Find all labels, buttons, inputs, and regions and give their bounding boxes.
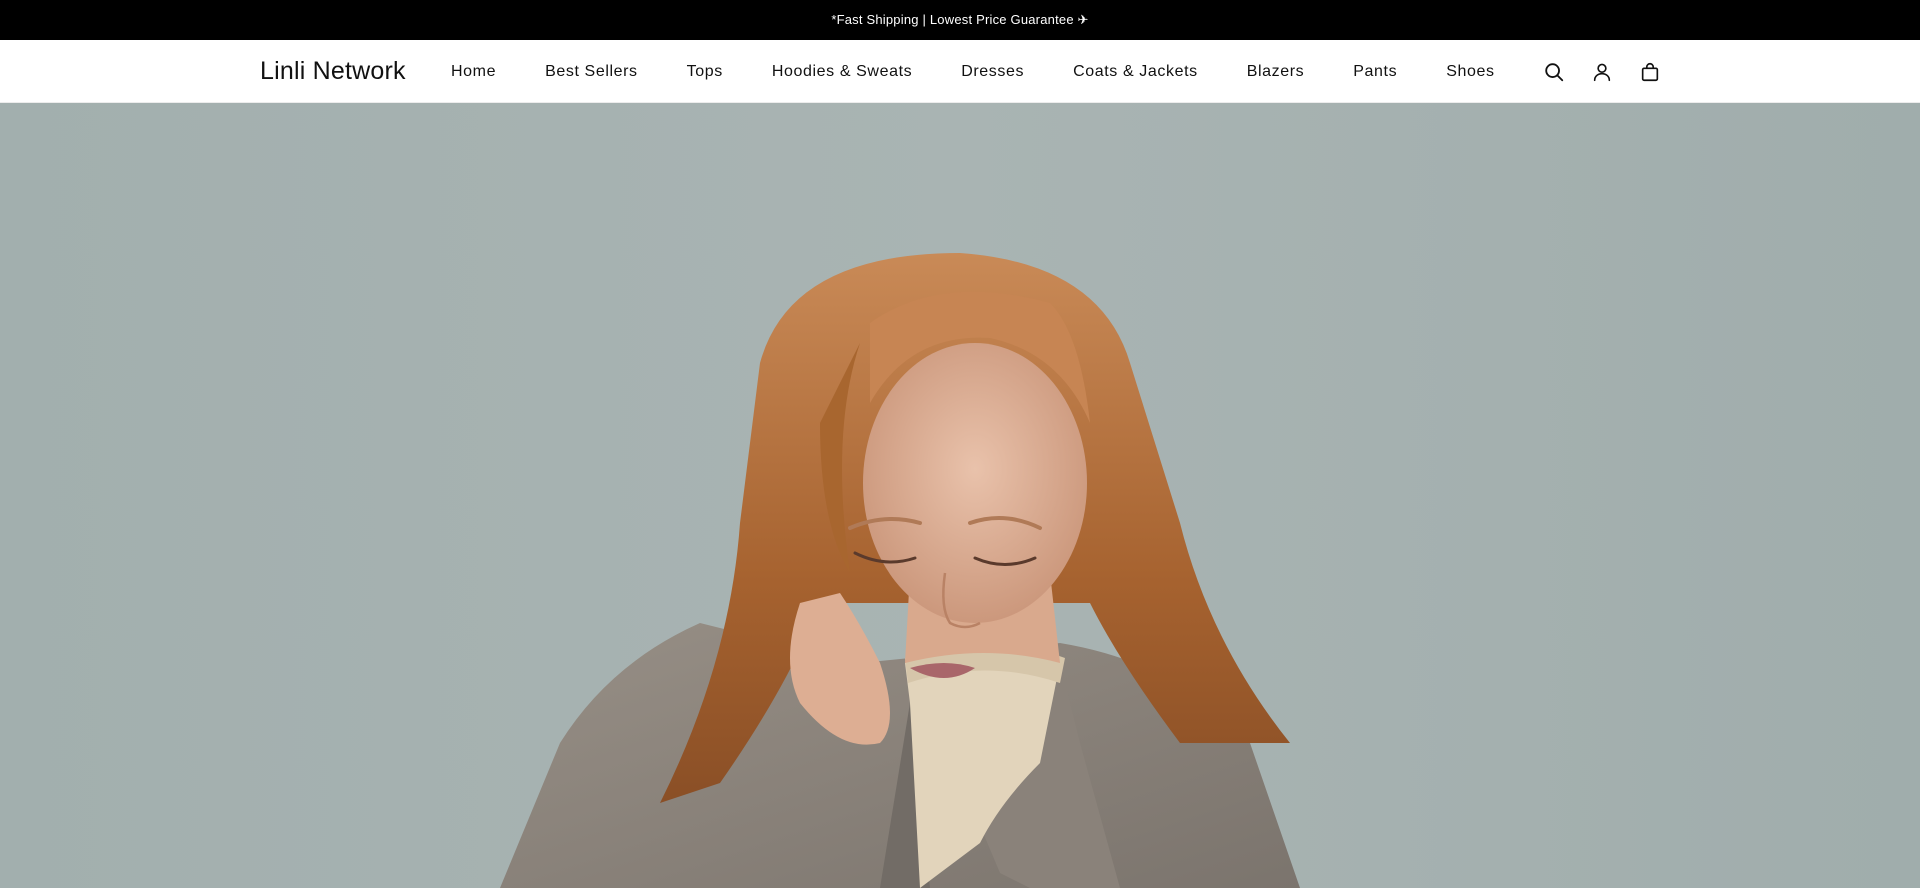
nav-link-pants[interactable]: Pants (1353, 63, 1397, 80)
header-icons (1542, 40, 1662, 103)
nav-item-hoodies: Hoodies & Sweats (772, 63, 912, 81)
nav-item-shoes: Shoes (1446, 63, 1494, 81)
announcement-text: *Fast Shipping | Lowest Price Guarantee … (831, 12, 1089, 27)
nav-link-dresses[interactable]: Dresses (961, 63, 1024, 80)
nav-link-blazers[interactable]: Blazers (1247, 63, 1305, 80)
nav-item-dresses: Dresses (961, 63, 1024, 81)
nav-item-blazers: Blazers (1247, 63, 1305, 81)
cart-button[interactable] (1638, 60, 1662, 84)
main-nav: Home Best Sellers Tops Hoodies & Sweats … (451, 40, 1495, 103)
hero-banner[interactable] (0, 103, 1920, 888)
account-button[interactable] (1590, 60, 1614, 84)
nav-link-best-sellers[interactable]: Best Sellers (545, 63, 638, 80)
account-icon (1593, 63, 1611, 81)
search-button[interactable] (1542, 60, 1566, 84)
nav-item-best-sellers: Best Sellers (545, 63, 638, 81)
nav-item-coats: Coats & Jackets (1073, 63, 1198, 81)
store-logo[interactable]: Linli Network (260, 56, 406, 86)
nav-item-pants: Pants (1353, 63, 1397, 81)
nav-link-hoodies-sweats[interactable]: Hoodies & Sweats (772, 63, 912, 80)
nav-link-shoes[interactable]: Shoes (1446, 63, 1494, 80)
hero-image (0, 103, 1920, 888)
nav-link-coats-jackets[interactable]: Coats & Jackets (1073, 63, 1198, 80)
nav-link-home[interactable]: Home (451, 63, 496, 80)
cart-icon (1641, 62, 1659, 81)
nav-item-home: Home (451, 63, 496, 81)
announcement-bar: *Fast Shipping | Lowest Price Guarantee … (0, 0, 1920, 40)
search-icon (1545, 62, 1564, 81)
nav-link-tops[interactable]: Tops (687, 63, 723, 80)
nav-item-tops: Tops (687, 63, 723, 81)
site-header: Linli Network Home Best Sellers Tops Hoo… (0, 40, 1920, 103)
